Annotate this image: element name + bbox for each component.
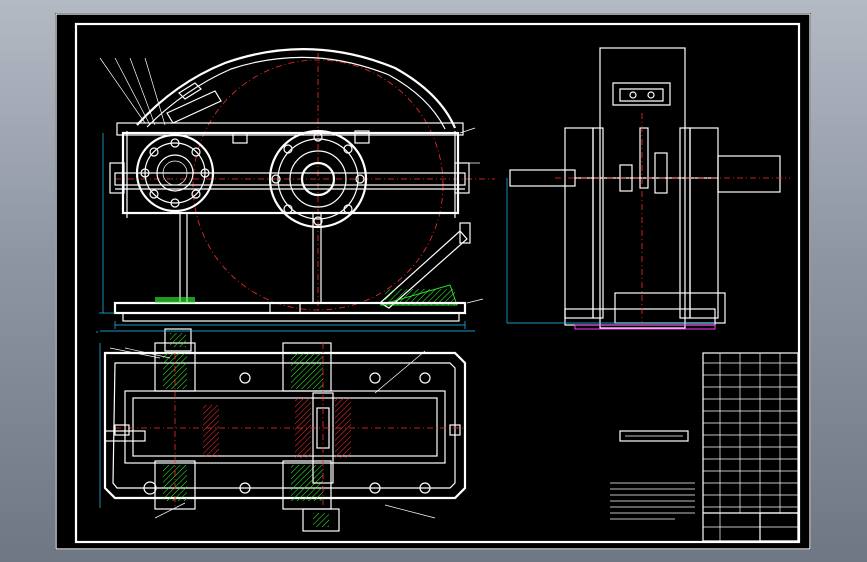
title-block [702, 352, 799, 542]
technical-notes [610, 430, 695, 520]
side-view [506, 47, 790, 330]
front-view [99, 48, 495, 329]
plan-view [96, 328, 475, 532]
gear-reducer-assembly-drawing [55, 13, 811, 550]
cad-viewport[interactable] [55, 13, 811, 550]
